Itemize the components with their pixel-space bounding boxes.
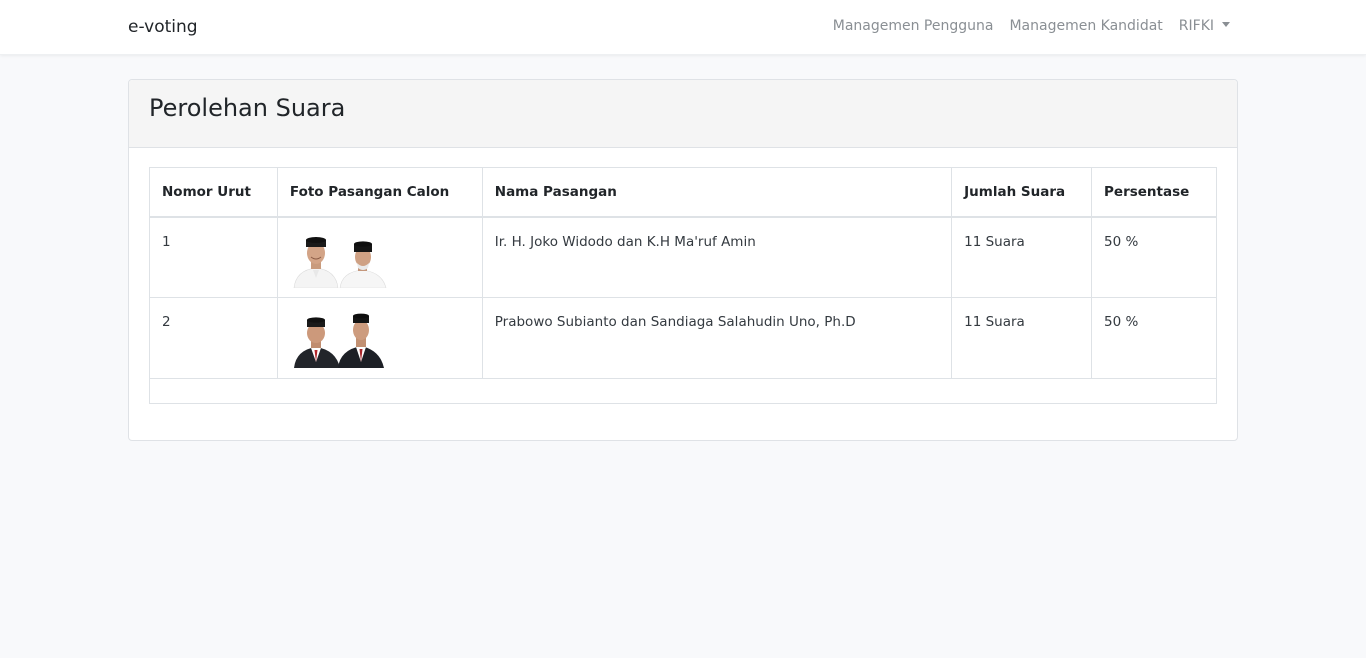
cell-nama: Ir. H. Joko Widodo dan K.H Ma'ruf Amin: [481, 216, 953, 298]
nav-link-managemen-pengguna[interactable]: Managemen Pengguna: [833, 18, 994, 34]
brand-link[interactable]: e-voting: [128, 17, 198, 37]
cell-jumlah: 11 Suara: [951, 297, 1093, 379]
caret-down-icon: [1222, 22, 1230, 27]
cell-nomor: 2: [149, 297, 278, 379]
cell-nomor: 1: [149, 216, 278, 298]
user-name: RIFKI: [1178, 18, 1214, 34]
cell-persentase: 50 %: [1091, 297, 1217, 379]
header-nama: Nama Pasangan: [481, 167, 953, 218]
nav-links: Managemen Pengguna Managemen Kandidat RI…: [833, 18, 1230, 34]
empty-cell: [149, 378, 1217, 404]
cell-foto: [276, 297, 483, 379]
page-title: Perolehan Suara: [149, 94, 346, 122]
candidate-pair-photo-2-icon: [289, 312, 390, 368]
nav-link-managemen-kandidat[interactable]: Managemen Kandidat: [1009, 18, 1162, 34]
cell-foto: [276, 216, 483, 298]
header-jumlah: Jumlah Suara: [951, 167, 1093, 218]
cell-persentase: 50 %: [1091, 216, 1217, 298]
table-row: 1 Ir. H. Joko Widodo dan K.H Ma'ruf Amin…: [149, 216, 1217, 298]
table-header-row: Nomor Urut Foto Pasangan Calon Nama Pasa…: [149, 167, 1217, 218]
header-nomor-urut: Nomor Urut: [149, 167, 278, 218]
table-row: 2 Prabowo Subianto dan Sandiaga Salahudi…: [149, 297, 1217, 379]
cell-jumlah: 11 Suara: [951, 216, 1093, 298]
table-footer-row: [149, 378, 1217, 404]
candidate-pair-photo-1-icon: [289, 231, 390, 288]
card-header: Perolehan Suara: [129, 80, 1237, 148]
header-persentase: Persentase: [1091, 167, 1217, 218]
navbar: e-voting Managemen Pengguna Managemen Ka…: [0, 0, 1366, 55]
results-card: Perolehan Suara Nomor Urut Foto Pasangan…: [128, 79, 1238, 441]
results-table: Nomor Urut Foto Pasangan Calon Nama Pasa…: [149, 167, 1217, 404]
cell-nama: Prabowo Subianto dan Sandiaga Salahudin …: [481, 297, 953, 379]
user-dropdown[interactable]: RIFKI: [1179, 18, 1230, 34]
header-foto: Foto Pasangan Calon: [276, 167, 483, 218]
